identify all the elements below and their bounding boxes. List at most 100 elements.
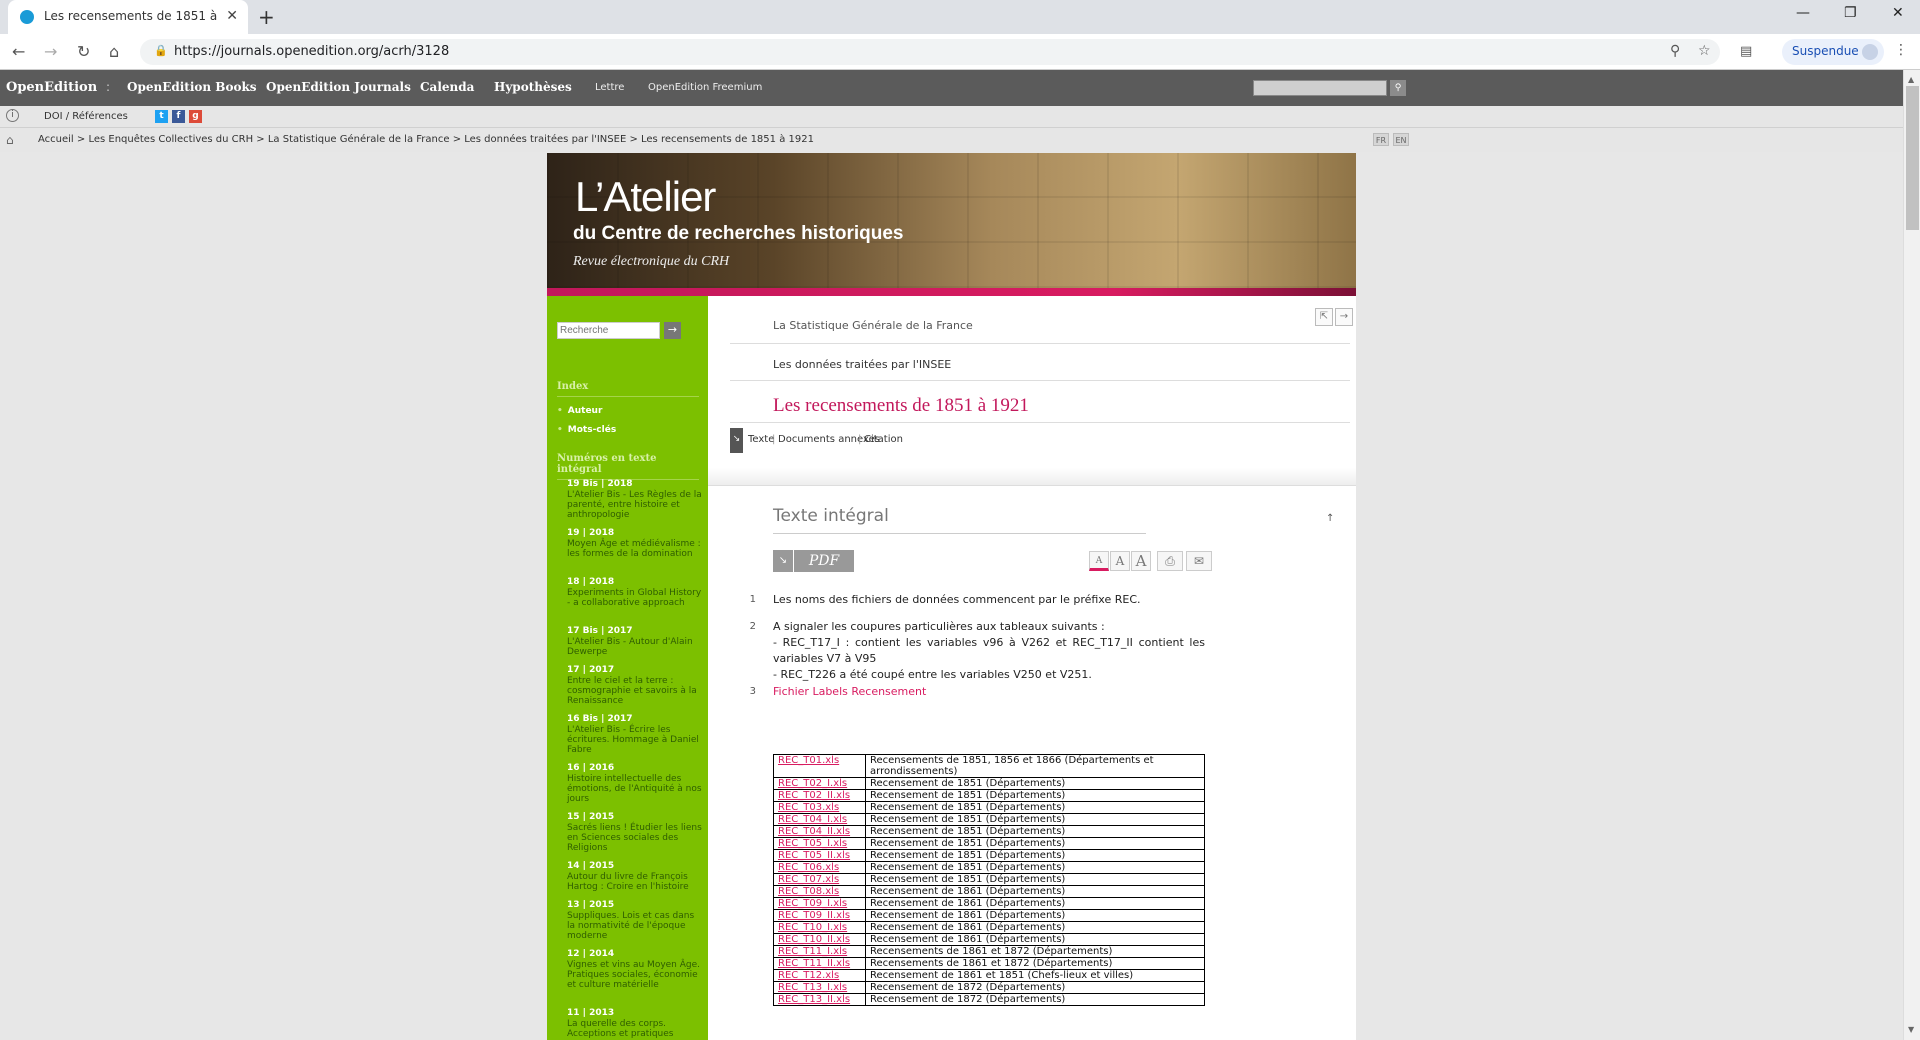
banner-subtitle: du Centre de recherches historiques bbox=[573, 223, 904, 244]
file-link[interactable]: REC_T08.xls bbox=[773, 885, 866, 898]
issue-title: Entre le ciel et la terre : cosmographie… bbox=[567, 676, 697, 706]
browser-tab[interactable]: Les recensements de 1851 à 192 ✕ bbox=[8, 0, 248, 34]
bookmark-star-icon[interactable]: ☆ bbox=[1698, 43, 1711, 59]
profile-button[interactable]: Suspendue bbox=[1782, 39, 1884, 65]
file-link[interactable]: REC_T03.xls bbox=[773, 801, 866, 814]
oe-link-hypotheses[interactable]: Hypothèses bbox=[494, 80, 572, 94]
zoom-icon[interactable]: ⚲ bbox=[1670, 43, 1680, 59]
file-link[interactable]: REC_T04_I.xls bbox=[773, 813, 866, 826]
sidebar-search-arrow-icon[interactable]: → bbox=[664, 322, 681, 339]
index-item-auteur[interactable]: Auteur bbox=[557, 406, 603, 416]
nav-next-icon[interactable]: → bbox=[1335, 308, 1353, 326]
scroll-down-icon[interactable]: ▼ bbox=[1908, 1025, 1914, 1034]
issue-item[interactable]: 16 | 2016 Histoire intellectuelle des émo… bbox=[567, 763, 702, 804]
section-context[interactable]: Les données traitées par l'INSEE bbox=[773, 358, 951, 371]
oe-search-icon[interactable]: ⚲ bbox=[1390, 80, 1406, 96]
issue-item[interactable]: 11 | 2013 La querelle des corps. Acceptio… bbox=[567, 1008, 702, 1039]
issue-title: La querelle des corps. Acceptions et pra… bbox=[567, 1019, 674, 1039]
sidebar-search-input[interactable] bbox=[557, 322, 660, 339]
new-tab-button[interactable]: + bbox=[258, 5, 275, 29]
minimize-icon[interactable]: — bbox=[1796, 5, 1810, 21]
oe-link-books[interactable]: OpenEdition Books bbox=[127, 80, 257, 94]
file-link[interactable]: REC_T10_I.xls bbox=[773, 921, 866, 934]
mail-icon[interactable]: ✉ bbox=[1186, 551, 1212, 571]
issue-item[interactable]: 17 | 2017 Entre le ciel et la terre : cos… bbox=[567, 665, 702, 706]
file-link[interactable]: REC_T02_II.xls bbox=[773, 789, 866, 802]
breadcrumb[interactable]: Accueil > Les Enquêtes Collectives du CR… bbox=[38, 134, 814, 145]
tab-texte[interactable]: Texte bbox=[748, 434, 774, 445]
back-arrow-icon[interactable]: ← bbox=[12, 42, 25, 61]
font-small-icon[interactable]: A bbox=[1089, 551, 1109, 571]
file-link[interactable]: REC_T06.xls bbox=[773, 861, 866, 874]
file-link[interactable]: REC_T04_II.xls bbox=[773, 825, 866, 838]
file-link[interactable]: REC_T10_II.xls bbox=[773, 933, 866, 946]
file-link[interactable]: REC_T13_II.xls bbox=[773, 993, 866, 1006]
tab-citation[interactable]: Citation bbox=[864, 434, 903, 445]
lang-en-button[interactable]: EN bbox=[1393, 133, 1409, 146]
pdf-download-icon[interactable]: ↘ bbox=[773, 550, 793, 572]
file-description: Recensement de 1851 (Départements) bbox=[865, 813, 1205, 826]
file-link[interactable]: REC_T09_II.xls bbox=[773, 909, 866, 922]
font-large-icon[interactable]: A bbox=[1131, 551, 1151, 571]
issue-item[interactable]: 17 Bis | 2017 L'Atelier Bis - Autour d'Al… bbox=[567, 626, 702, 657]
back-to-top-icon[interactable]: ↑ bbox=[1326, 513, 1334, 524]
reader-mode-icon[interactable]: ▤ bbox=[1740, 44, 1752, 59]
issue-item[interactable]: 14 | 2015 Autour du livre de François Har… bbox=[567, 861, 702, 892]
googleplus-icon[interactable]: g bbox=[189, 110, 202, 123]
home-icon[interactable]: ⌂ bbox=[6, 133, 14, 147]
openedition-logo[interactable]: OpenEdition bbox=[6, 80, 97, 95]
facebook-icon[interactable]: f bbox=[172, 110, 185, 123]
file-link[interactable]: REC_T09_I.xls bbox=[773, 897, 866, 910]
address-bar[interactable]: 🔒 https://journals.openedition.org/acrh/… bbox=[140, 39, 1720, 65]
sidebar: → Index Auteur Mots-clés Numéros en text… bbox=[547, 296, 708, 1040]
file-link[interactable]: REC_T11_II.xls bbox=[773, 957, 866, 970]
home-icon[interactable]: ⌂ bbox=[109, 42, 119, 61]
oe-link-calenda[interactable]: Calenda bbox=[420, 80, 474, 94]
doi-references-link[interactable]: DOI / Références bbox=[44, 111, 128, 122]
file-link[interactable]: REC_T05_II.xls bbox=[773, 849, 866, 862]
oe-link-freemium[interactable]: OpenEdition Freemium bbox=[648, 82, 762, 93]
file-link[interactable]: REC_T12.xls bbox=[773, 969, 866, 982]
issue-item[interactable]: 12 | 2014 Vignes et vins au Moyen Âge. Pr… bbox=[567, 949, 702, 990]
restore-icon[interactable]: ❐ bbox=[1844, 5, 1857, 21]
close-window-icon[interactable]: ✕ bbox=[1892, 5, 1904, 21]
file-description: Recensement de 1872 (Départements) bbox=[865, 993, 1205, 1006]
lang-fr-button[interactable]: FR bbox=[1373, 133, 1389, 146]
oe-link-journals[interactable]: OpenEdition Journals bbox=[266, 80, 411, 94]
info-icon[interactable]: i bbox=[6, 109, 19, 122]
close-tab-icon[interactable]: ✕ bbox=[226, 8, 238, 24]
index-item-mots-cles[interactable]: Mots-clés bbox=[557, 425, 616, 435]
twitter-icon[interactable]: t bbox=[155, 110, 168, 123]
issue-item[interactable]: 16 Bis | 2017 L'Atelier Bis - Écrire les … bbox=[567, 714, 702, 755]
file-link[interactable]: REC_T05_I.xls bbox=[773, 837, 866, 850]
issue-item[interactable]: 15 | 2015 Sacrés liens ! Étudier les lien… bbox=[567, 812, 702, 853]
pdf-button[interactable]: PDF bbox=[794, 550, 854, 572]
oe-search-input[interactable] bbox=[1253, 80, 1387, 96]
reload-icon[interactable]: ↻ bbox=[77, 42, 90, 61]
issue-title: Vignes et vins au Moyen Âge. Pratiques s… bbox=[567, 960, 701, 990]
table-row: REC_T08.xls Recensement de 1861 (Départem… bbox=[773, 885, 1205, 898]
url-text[interactable]: https://journals.openedition.org/acrh/31… bbox=[174, 44, 449, 59]
file-link[interactable]: REC_T07.xls bbox=[773, 873, 866, 886]
file-link[interactable]: REC_T02_I.xls bbox=[773, 777, 866, 790]
forward-arrow-icon[interactable]: → bbox=[44, 42, 57, 61]
scroll-thumb[interactable] bbox=[1906, 86, 1919, 230]
issue-item[interactable]: 19 | 2018 Moyen Âge et médiévalisme : les… bbox=[567, 528, 702, 559]
issue-item[interactable]: 19 Bis | 2018 L'Atelier Bis - Les Règles … bbox=[567, 479, 702, 520]
journal-banner[interactable]: L’Atelier du Centre de recherches histor… bbox=[547, 153, 1356, 288]
scroll-up-icon[interactable]: ▲ bbox=[1908, 75, 1914, 84]
parent-context[interactable]: La Statistique Générale de la France bbox=[773, 319, 973, 332]
nav-first-icon[interactable]: ⇱ bbox=[1315, 308, 1333, 326]
menu-dots-icon[interactable]: ⋮ bbox=[1894, 42, 1908, 58]
issue-item[interactable]: 13 | 2015 Suppliques. Lois et cas dans la… bbox=[567, 900, 702, 941]
print-icon[interactable]: ⎙ bbox=[1157, 551, 1183, 571]
font-medium-icon[interactable]: A bbox=[1110, 551, 1130, 571]
file-link[interactable]: REC_T01.xls bbox=[773, 754, 866, 778]
tabs-arrow-icon[interactable]: ↘ bbox=[730, 428, 743, 453]
file-link[interactable]: REC_T13_I.xls bbox=[773, 981, 866, 994]
labels-file-link[interactable]: Fichier Labels Recensement bbox=[773, 684, 1205, 700]
file-link[interactable]: REC_T11_I.xls bbox=[773, 945, 866, 958]
issue-item[interactable]: 18 | 2018 Experiments in Global History -… bbox=[567, 577, 702, 608]
page-scrollbar[interactable]: ▲ ▼ bbox=[1903, 70, 1920, 1040]
oe-link-lettre[interactable]: Lettre bbox=[595, 82, 624, 93]
